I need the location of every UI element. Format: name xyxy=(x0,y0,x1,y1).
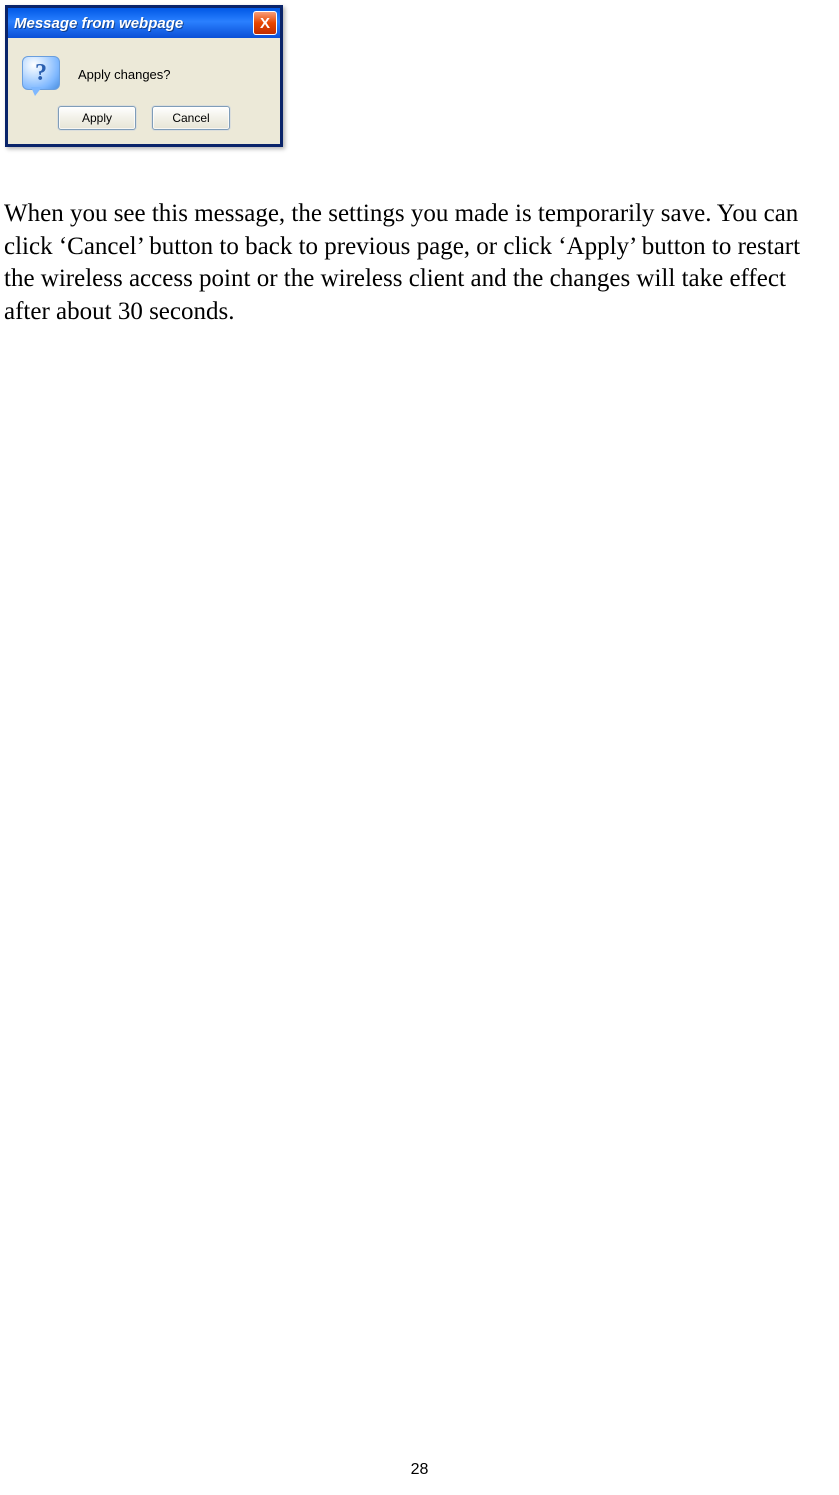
help-icon: ? xyxy=(22,56,58,92)
explanatory-paragraph: When you see this message, the settings … xyxy=(4,198,829,328)
message-dialog: Message from webpage X ? Apply changes? … xyxy=(5,5,283,147)
dialog-message: Apply changes? xyxy=(78,67,171,82)
dialog-titlebar[interactable]: Message from webpage X xyxy=(8,8,280,38)
dialog-button-row: Apply Cancel xyxy=(8,100,280,144)
close-icon: X xyxy=(260,15,270,32)
dialog-body: ? Apply changes? xyxy=(8,38,280,100)
cancel-button[interactable]: Cancel xyxy=(152,106,230,130)
dialog-screenshot: Message from webpage X ? Apply changes? … xyxy=(5,5,283,147)
dialog-title: Message from webpage xyxy=(14,15,183,32)
close-button[interactable]: X xyxy=(253,11,277,35)
help-bubble-icon: ? xyxy=(22,56,60,90)
apply-button[interactable]: Apply xyxy=(58,106,136,130)
page-number: 28 xyxy=(0,1461,839,1479)
